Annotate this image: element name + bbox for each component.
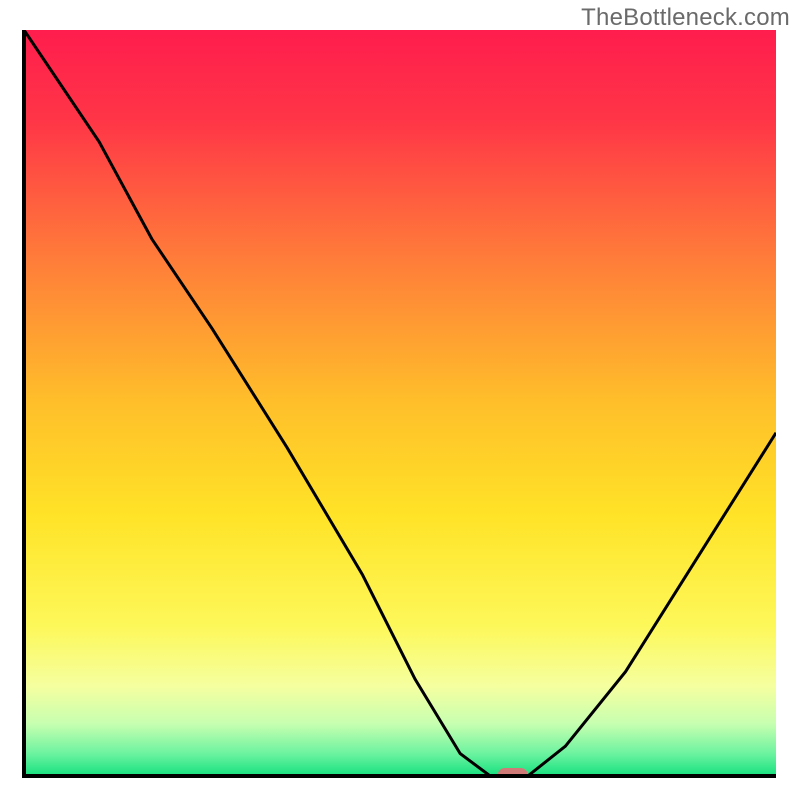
bottleneck-chart [0,0,800,800]
gradient-background [24,30,776,776]
chart-container: TheBottleneck.com [0,0,800,800]
watermark-text: TheBottleneck.com [581,4,790,32]
